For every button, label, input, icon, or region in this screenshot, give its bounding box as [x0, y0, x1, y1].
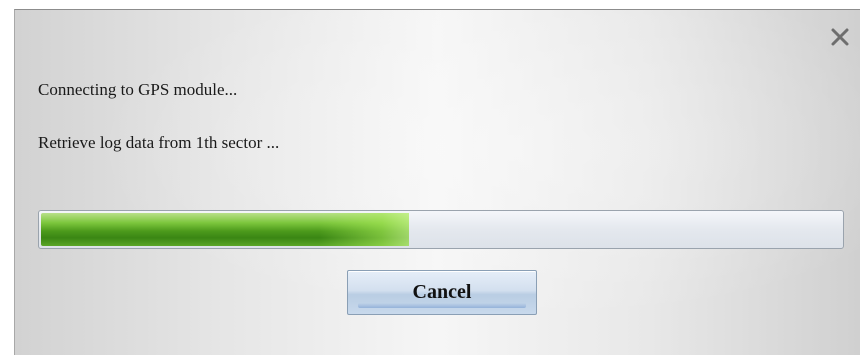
cancel-button[interactable]: Cancel: [347, 270, 537, 315]
progress-bar-fill: [41, 213, 409, 246]
progress-bar: [38, 210, 844, 249]
close-icon: [831, 28, 849, 46]
close-button[interactable]: [829, 26, 851, 48]
status-text-connecting: Connecting to GPS module...: [38, 80, 238, 99]
progress-dialog: Connecting to GPS module... Retrieve log…: [14, 9, 860, 355]
status-text-retrieve: Retrieve log data from 1th sector ...: [38, 133, 280, 152]
